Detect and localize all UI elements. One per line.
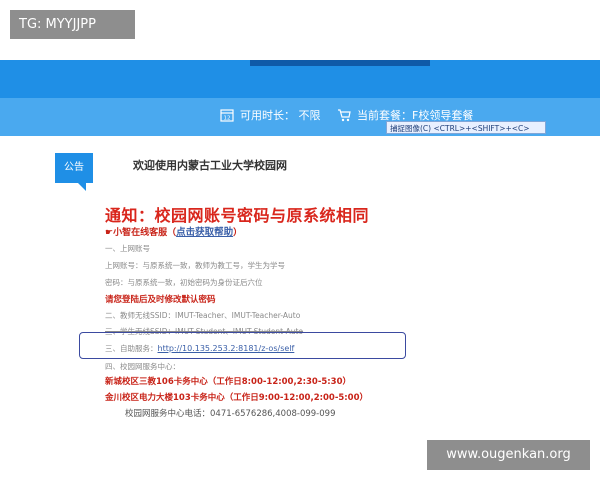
online-service-prefix: ☛小智在线客服（ [105,228,177,238]
help-link[interactable]: 点击获取帮助 [176,227,233,238]
watermark-top-left: TG: MYYJJPP [10,10,135,39]
svg-text:12: 12 [224,116,231,122]
notice-badge-tail [78,183,86,191]
nav-active-tab[interactable] [250,60,430,66]
xincheng-service-center: 新城校区三教106卡务中心（工作日8:00-12:00,2:30-5:30） [105,377,352,387]
duration-info: 12 可用时长： 不限 [220,107,321,123]
welcome-heading: 欢迎使用内蒙古工业大学校园网 [133,159,287,172]
online-service-suffix: ） [233,228,243,238]
jinchuan-service-center: 金川校区电力大楼103卡务中心（工作日9:00-12:00,2:00-5:00） [105,393,369,403]
change-password-warning: 请您登陆后及时修改默认密码 [105,295,216,305]
service-center-heading: 四、校园网服务中心： [105,362,180,371]
notice-badge: 公告 [55,153,93,183]
clock-icon: 12 [220,109,234,122]
cart-icon [338,109,351,122]
password-desc: 密码：与原系统一致，初始密码为身份证后六位 [105,278,263,287]
online-service-line: ☛小智在线客服（点击获取帮助） [105,224,242,238]
watermark-bottom-right: www.ougenkan.org [427,440,590,470]
duration-label: 可用时长： 不限 [240,109,321,122]
highlight-box [79,332,406,359]
teacher-ssid: 二、教师无线SSID：IMUT-Teacher、IMUT-Teacher-Aut… [105,311,301,320]
account-desc: 上网账号：与原系统一致，教师为教工号，学生为学号 [105,261,285,270]
screen-capture-tooltip: 捕捉图像(C) <CTRL>+<SHIFT>+<C> [386,121,546,134]
section-account: 一、上网账号 [105,244,150,253]
notice-title: 通知：校园网账号密码与原系统相同 [105,206,370,225]
service-phone: 校园网服务中心电话：0471-6576286,4008-099-099 [125,409,336,419]
